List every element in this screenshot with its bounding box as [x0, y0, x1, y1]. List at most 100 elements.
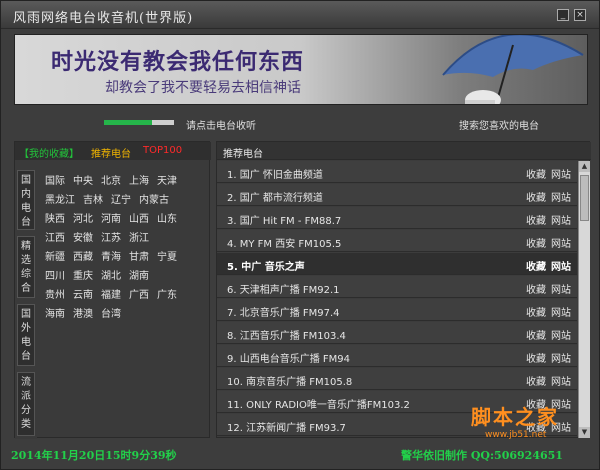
station-name[interactable]: 12. 江苏新闻广播 FM93.7 [227, 419, 346, 434]
region-item[interactable]: 安徽 [73, 229, 93, 244]
title-bar[interactable]: 风雨网络电台收音机(世界版) _ × [1, 1, 599, 29]
control-row: 请点击电台收听 搜索您喜欢的电台 [1, 109, 599, 137]
website-link[interactable]: 网站 [551, 281, 571, 296]
station-name[interactable]: 11. ONLY RADIO唯一音乐广播FM103.2 [227, 396, 410, 411]
region-item[interactable]: 海南 [45, 305, 65, 320]
vtab-featured[interactable]: 精选综合 [17, 236, 35, 298]
region-item[interactable]: 吉林 [83, 191, 103, 206]
region-item[interactable]: 黑龙江 [45, 191, 75, 206]
favorite-link[interactable]: 收藏 [526, 373, 546, 388]
vtab-domestic[interactable]: 国内电台 [17, 170, 35, 230]
region-item[interactable]: 广西 [129, 286, 149, 301]
region-item[interactable]: 四川 [45, 267, 65, 282]
website-link[interactable]: 网站 [551, 235, 571, 250]
favorite-link[interactable]: 收藏 [526, 304, 546, 319]
favorite-link[interactable]: 收藏 [526, 189, 546, 204]
favorite-link[interactable]: 收藏 [526, 281, 546, 296]
region-item[interactable]: 甘肃 [129, 248, 149, 263]
favorite-link[interactable]: 收藏 [526, 327, 546, 342]
station-name[interactable]: 8. 江西音乐广播 FM103.4 [227, 327, 346, 342]
tab-top100[interactable]: TOP100 [143, 145, 182, 156]
region-item[interactable]: 陕西 [45, 210, 65, 225]
website-link[interactable]: 网站 [551, 350, 571, 365]
region-item[interactable]: 新疆 [45, 248, 65, 263]
region-item[interactable]: 江苏 [101, 229, 121, 244]
website-link[interactable]: 网站 [551, 327, 571, 342]
station-name[interactable]: 3. 国广 Hit FM - FM88.7 [227, 212, 341, 227]
region-item[interactable]: 西藏 [73, 248, 93, 263]
region-item[interactable]: 台湾 [101, 305, 121, 320]
website-link[interactable]: 网站 [551, 373, 571, 388]
station-row[interactable]: 8. 江西音乐广播 FM103.4 收藏 网站 [217, 322, 577, 344]
region-item[interactable]: 宁夏 [157, 248, 177, 263]
website-link[interactable]: 网站 [551, 189, 571, 204]
vtab-foreign[interactable]: 国外电台 [17, 304, 35, 366]
region-item[interactable]: 湖北 [101, 267, 121, 282]
region-item[interactable]: 国际 [45, 172, 65, 187]
favorite-link[interactable]: 收藏 [526, 350, 546, 365]
station-name[interactable]: 10. 南京音乐广播 FM105.8 [227, 373, 352, 388]
station-row[interactable]: 10. 南京音乐广播 FM105.8 收藏 网站 [217, 368, 577, 390]
station-row[interactable]: 6. 天津相声广播 FM92.1 收藏 网站 [217, 276, 577, 298]
station-name[interactable]: 7. 北京音乐广播 FM97.4 [227, 304, 340, 319]
volume-slider[interactable] [104, 120, 174, 125]
station-row[interactable]: 2. 国广 都市流行频道 收藏 网站 [217, 184, 577, 206]
region-item[interactable]: 河北 [73, 210, 93, 225]
station-panel: 推荐电台 1. 国广 怀旧金曲频道 收藏 网站 2. 国广 都市流行频道 收藏 网站 3. … [216, 141, 591, 438]
region-item[interactable]: 云南 [73, 286, 93, 301]
station-name[interactable]: 4. MY FM 西安 FM105.5 [227, 235, 341, 250]
region-row: 新疆 西藏 青海 甘肃 宁夏 [45, 246, 205, 265]
station-row[interactable]: 7. 北京音乐广播 FM97.4 收藏 网站 [217, 299, 577, 321]
station-name[interactable]: 6. 天津相声广播 FM92.1 [227, 281, 340, 296]
station-name[interactable]: 2. 国广 都市流行频道 [227, 189, 323, 204]
banner-subline: 却教会了我不要轻易去相信神话 [105, 80, 301, 96]
favorite-link[interactable]: 收藏 [526, 258, 546, 273]
region-item[interactable]: 港澳 [73, 305, 93, 320]
website-link[interactable]: 网站 [551, 304, 571, 319]
search-link[interactable]: 搜索您喜欢的电台 [459, 117, 539, 132]
website-link[interactable]: 网站 [551, 258, 571, 273]
region-item[interactable]: 中央 [73, 172, 93, 187]
region-item[interactable]: 福建 [101, 286, 121, 301]
region-item[interactable]: 河南 [101, 210, 121, 225]
vtab-genre[interactable]: 流派分类 [17, 372, 35, 436]
region-item[interactable]: 上海 [129, 172, 149, 187]
minimize-button[interactable]: _ [557, 9, 569, 21]
favorite-link[interactable]: 收藏 [526, 212, 546, 227]
tab-recommended[interactable]: 推荐电台 [91, 145, 131, 160]
region-item[interactable]: 重庆 [73, 267, 93, 282]
region-item[interactable]: 天津 [157, 172, 177, 187]
region-row: 陕西 河北 河南 山西 山东 [45, 208, 205, 227]
region-item[interactable]: 湖南 [129, 267, 149, 282]
tab-favorites[interactable]: 【我的收藏】 [19, 145, 79, 160]
station-name[interactable]: 1. 国广 怀旧金曲频道 [227, 166, 323, 181]
website-link[interactable]: 网站 [551, 212, 571, 227]
station-row[interactable]: 9. 山西电台音乐广播 FM94 收藏 网站 [217, 345, 577, 367]
station-name[interactable]: 5. 中广 音乐之声 [227, 258, 305, 273]
favorite-link[interactable]: 收藏 [526, 235, 546, 250]
station-row[interactable]: 5. 中广 音乐之声 收藏 网站 [217, 253, 577, 275]
region-item[interactable]: 浙江 [129, 229, 149, 244]
region-item[interactable]: 内蒙古 [139, 191, 169, 206]
close-button[interactable]: × [574, 9, 586, 21]
region-item[interactable]: 江西 [45, 229, 65, 244]
scroll-down-icon[interactable]: ▼ [579, 427, 590, 438]
station-row[interactable]: 1. 国广 怀旧金曲频道 收藏 网站 [217, 161, 577, 183]
station-row[interactable]: 3. 国广 Hit FM - FM88.7 收藏 网站 [217, 207, 577, 229]
station-scrollbar[interactable]: ▲ ▼ [578, 161, 590, 438]
region-item[interactable]: 青海 [101, 248, 121, 263]
scroll-up-icon[interactable]: ▲ [579, 161, 590, 172]
station-row[interactable]: 4. MY FM 西安 FM105.5 收藏 网站 [217, 230, 577, 252]
favorite-link[interactable]: 收藏 [526, 166, 546, 181]
region-item[interactable]: 贵州 [45, 286, 65, 301]
station-name[interactable]: 9. 山西电台音乐广播 FM94 [227, 350, 350, 365]
scroll-thumb[interactable] [580, 175, 589, 221]
region-item[interactable]: 广东 [157, 286, 177, 301]
website-link[interactable]: 网站 [551, 166, 571, 181]
region-item[interactable]: 辽宁 [111, 191, 131, 206]
region-item[interactable]: 山西 [129, 210, 149, 225]
window-title: 风雨网络电台收音机(世界版) [13, 11, 194, 26]
region-item[interactable]: 北京 [101, 172, 121, 187]
region-item[interactable]: 山东 [157, 210, 177, 225]
region-row: 江西 安徽 江苏 浙江 [45, 227, 205, 246]
